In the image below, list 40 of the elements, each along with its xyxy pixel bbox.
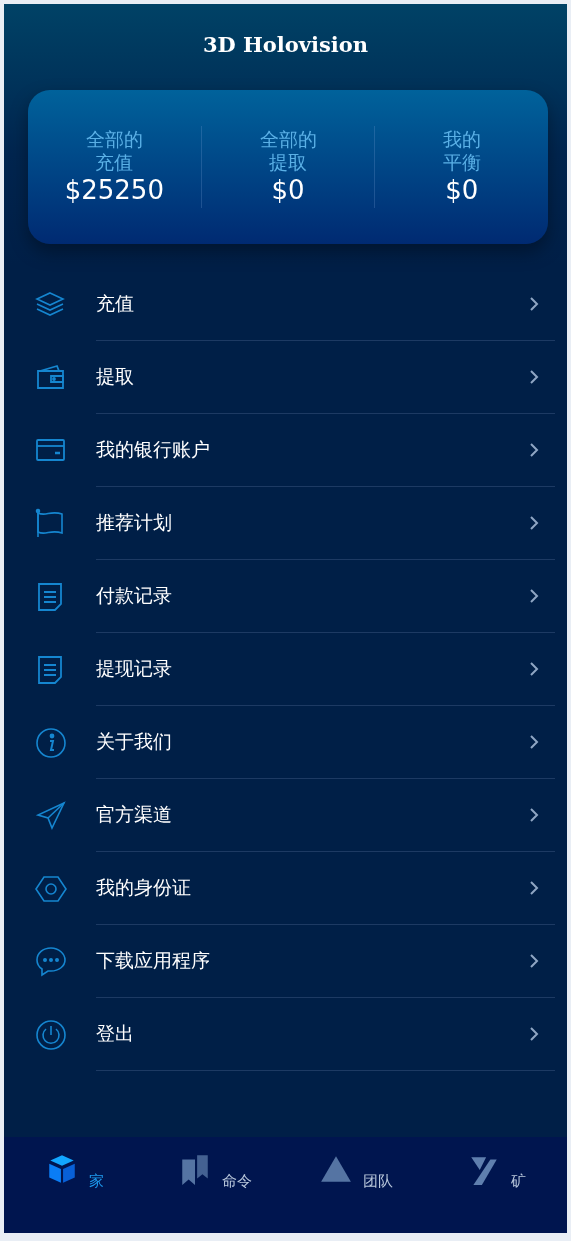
stat-label: 我的	[442, 128, 481, 151]
menu-item[interactable]: 关于我们	[96, 729, 172, 755]
send-icon	[35, 799, 67, 832]
menu-item[interactable]: 下载应用程序	[96, 948, 210, 974]
stat-value: $25250	[64, 174, 164, 206]
nav-tab[interactable]: 命令	[222, 1172, 253, 1191]
nav-tab[interactable]: 团队	[362, 1172, 393, 1191]
chevron-right-icon	[529, 588, 539, 604]
chevron-right-icon	[529, 296, 539, 312]
chevron-right-icon	[529, 661, 539, 677]
stat-value: $0	[271, 174, 305, 206]
menu-item[interactable]: 推荐计划	[96, 510, 172, 536]
nav-tab[interactable]: 矿	[511, 1172, 527, 1191]
stat-label: 提取	[269, 151, 307, 174]
power-icon	[35, 1018, 67, 1051]
menu-item[interactable]: 提取	[96, 364, 134, 390]
chevron-right-icon	[529, 1026, 539, 1042]
chevron-right-icon	[529, 734, 539, 750]
menu-item[interactable]: 付款记录	[96, 583, 172, 609]
chat-icon	[35, 945, 67, 978]
menu-item[interactable]: 官方渠道	[96, 802, 172, 828]
info-icon	[35, 726, 67, 759]
stat-value: $0	[445, 174, 479, 206]
stat-label: 平衡	[442, 151, 481, 174]
menu-item[interactable]: 我的银行账户	[96, 437, 210, 463]
chevron-right-icon	[529, 953, 539, 969]
chevron-right-icon	[529, 880, 539, 896]
chevron-right-icon	[529, 807, 539, 823]
stat-label: 全部的	[85, 128, 143, 151]
chevron-right-icon	[529, 369, 539, 385]
stat-label: 充值	[95, 151, 134, 174]
menu-item[interactable]: 我的身份证	[96, 875, 191, 901]
menu-item[interactable]: 登出	[96, 1021, 134, 1047]
stat-label: 全部的	[259, 128, 317, 151]
chevron-right-icon	[529, 442, 539, 458]
menu-item[interactable]: 充值	[96, 291, 134, 317]
nav-tab[interactable]: 家	[88, 1172, 104, 1191]
menu-item[interactable]: 提现记录	[96, 656, 172, 682]
chevron-right-icon	[529, 515, 539, 531]
app-title: 3D Holovision	[201, 31, 370, 59]
